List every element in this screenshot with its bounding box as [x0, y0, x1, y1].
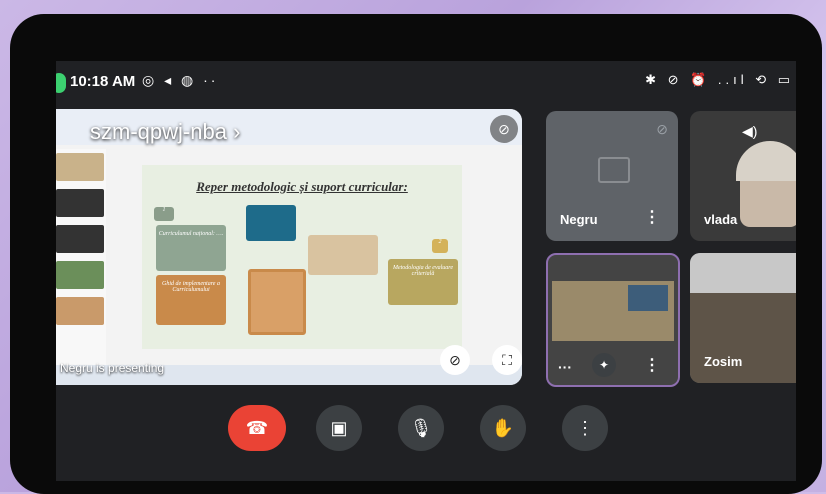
- participant-name: vlada: [704, 212, 738, 227]
- slide: Reper metodologic și suport curricular: …: [142, 165, 462, 349]
- status-bar: 10:18 AM ◎ ◂ ◍ ·· ✱ ⊘ ⏰ ..ıl ⟲ ▭: [56, 61, 796, 101]
- presentation-tile[interactable]: Reper metodologic și suport curricular: …: [56, 109, 522, 385]
- participant-tile-zosim[interactable]: Zosim: [690, 253, 796, 383]
- more-options-icon[interactable]: ⋮: [644, 207, 660, 227]
- classroom-screen: [628, 285, 668, 311]
- clock: 10:18 AM: [70, 73, 136, 90]
- pin-off-button[interactable]: ⊘: [440, 345, 470, 375]
- classroom-ceiling: [690, 253, 796, 293]
- meet-screen: 10:18 AM ◎ ◂ ◍ ·· ✱ ⊘ ⏰ ..ıl ⟲ ▭ Reper m…: [56, 61, 796, 481]
- presenting-label: Negru is presenting: [60, 361, 165, 375]
- slide-number-box: 2: [432, 239, 448, 253]
- notification-icons: ◎ ◂ ◍ ··: [142, 72, 219, 88]
- slide-thumbnail: [56, 153, 104, 181]
- slide-thumbnail: [56, 261, 104, 289]
- slide-box: Curriculumul național: ….: [156, 225, 226, 271]
- chevron-right-icon: ›: [233, 119, 241, 144]
- speaker-icon: ◀): [742, 123, 758, 139]
- more-horizontal-icon[interactable]: ···: [558, 359, 572, 375]
- avatar-icon: [598, 157, 630, 183]
- call-indicator-pill: [56, 73, 66, 93]
- mic-off-icon: ⊘: [656, 121, 668, 137]
- slide-box: Metodologia de evaluare criterială: [388, 259, 458, 305]
- meeting-code-text: szm-qpwj-nba: [90, 119, 227, 144]
- camera-button[interactable]: ▣: [316, 405, 362, 451]
- system-icons: ✱ ⊘ ⏰ ..ıl ⟲ ▭: [645, 72, 794, 87]
- classroom-video: [690, 293, 796, 383]
- slide-image: [248, 269, 306, 335]
- more-options-icon[interactable]: ⋮: [644, 355, 660, 375]
- raise-hand-button[interactable]: ✋: [480, 405, 526, 451]
- slide-thumbnail: [56, 189, 104, 217]
- hand-icon: ✋: [491, 417, 515, 438]
- slide-image: [308, 235, 378, 275]
- microphone-icon: 🎙: [409, 417, 433, 438]
- slide-thumbnails: [56, 149, 106, 383]
- more-options-button[interactable]: ⋮: [562, 405, 608, 451]
- camera-icon: ▣: [330, 417, 348, 438]
- participant-tile-negru[interactable]: ⊘ Negru ⋮: [546, 111, 678, 241]
- self-view-tile[interactable]: ··· ✦ ⋮: [546, 253, 680, 387]
- slide-number-box: 1: [154, 207, 174, 221]
- meeting-code[interactable]: szm-qpwj-nba ›: [90, 119, 240, 145]
- participant-name: Zosim: [704, 354, 743, 369]
- slide-thumbnail: [56, 225, 104, 253]
- microphone-button[interactable]: 🎙: [398, 405, 444, 451]
- participant-hair: [736, 141, 796, 181]
- end-call-button[interactable]: ☎: [228, 405, 286, 451]
- slide-box: Ghid de implementare a Curriculumului: [156, 275, 226, 325]
- end-call-icon: ☎: [245, 417, 269, 438]
- more-vertical-icon: ⋮: [576, 417, 594, 438]
- participant-tile-vlada[interactable]: ◀) vlada: [690, 111, 796, 241]
- slide-image: [246, 205, 296, 241]
- phone-frame: 10:18 AM ◎ ◂ ◍ ·· ✱ ⊘ ⏰ ..ıl ⟲ ▭ Reper m…: [10, 14, 822, 494]
- slide-thumbnail: [56, 297, 104, 325]
- participant-name: Negru: [560, 212, 598, 227]
- mic-off-icon: ⊘: [490, 115, 518, 143]
- fullscreen-button[interactable]: ⛶: [492, 345, 522, 375]
- sparkle-icon[interactable]: ✦: [592, 353, 616, 377]
- slide-title: Reper metodologic și suport curricular:: [196, 179, 408, 194]
